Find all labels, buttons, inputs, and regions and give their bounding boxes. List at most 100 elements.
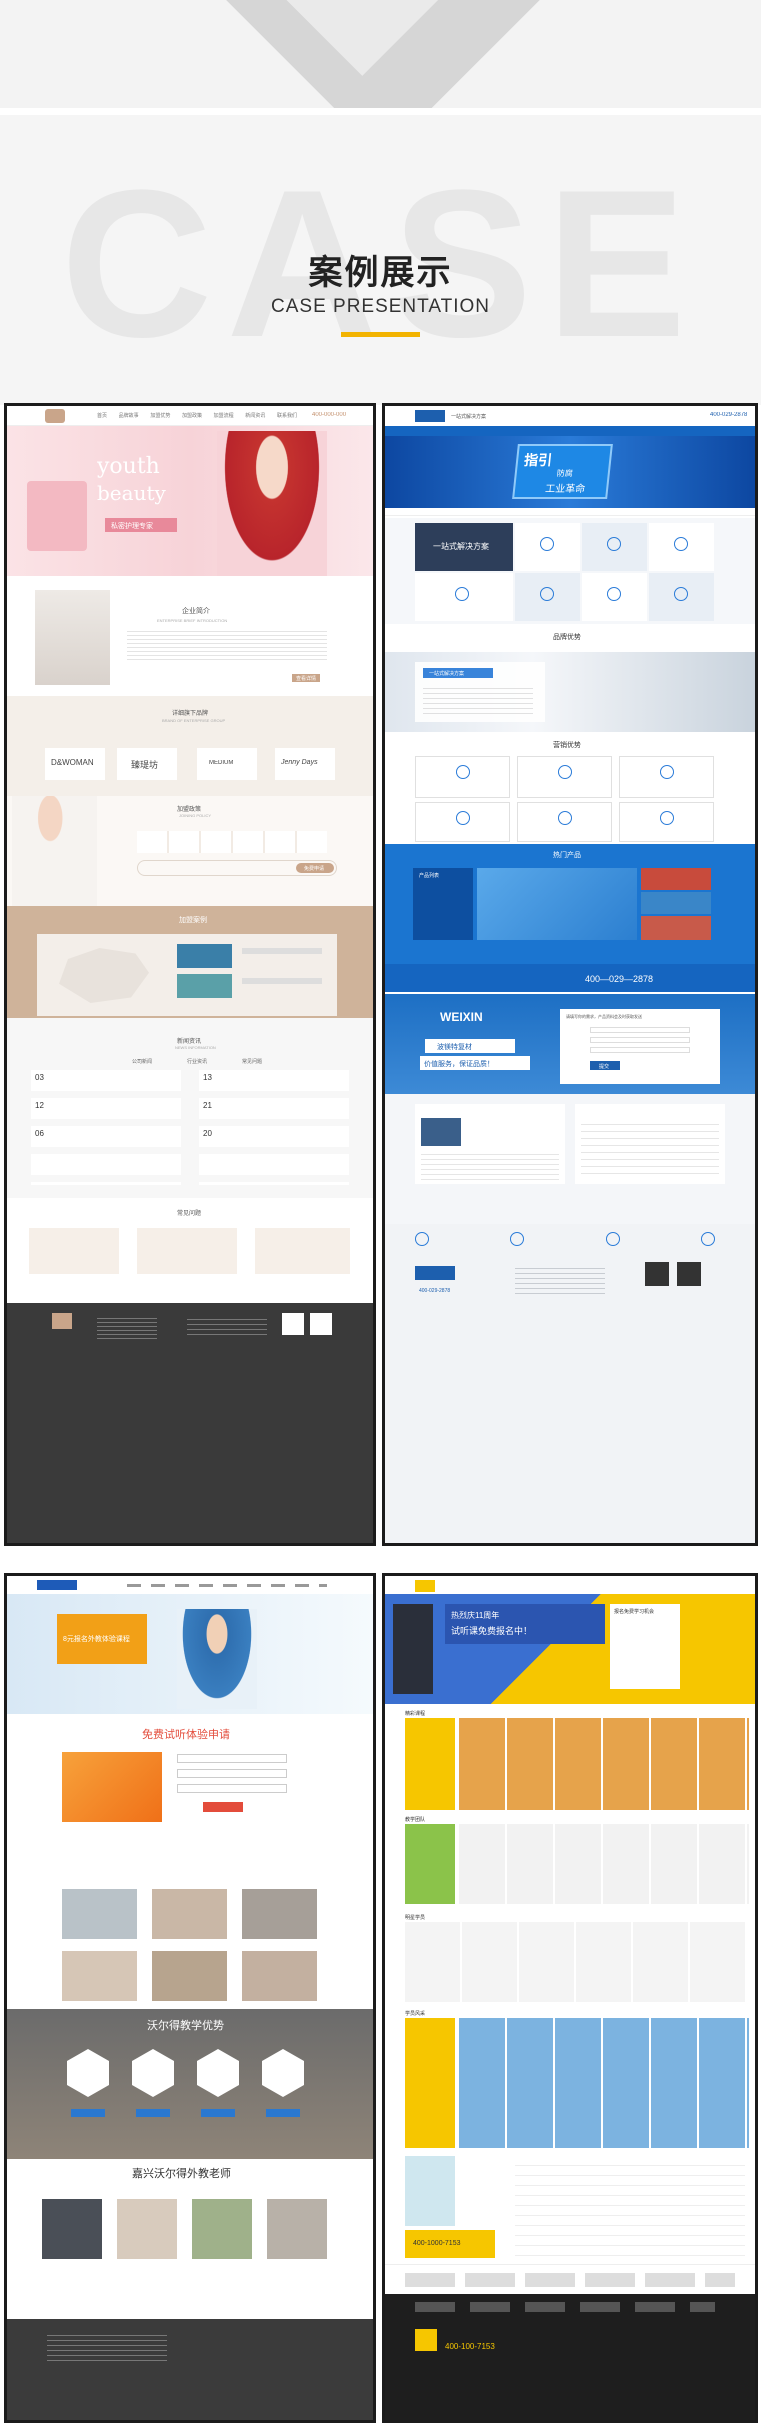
case-photo[interactable] [177,974,232,998]
marketing-card[interactable] [517,802,612,842]
solution-card[interactable] [515,523,580,571]
teacher-photo[interactable] [42,2199,102,2259]
solution-card[interactable] [415,573,513,621]
solution-card[interactable] [515,573,580,621]
product-thumb[interactable] [641,892,711,914]
nav-item[interactable]: 首页 [97,412,107,420]
marketing-card[interactable] [415,756,510,798]
solution-card[interactable] [582,523,647,571]
teacher-photo[interactable] [267,2199,327,2259]
form-field[interactable] [590,1047,690,1053]
logo-icon[interactable] [45,409,65,423]
nav-item[interactable]: 联系我们 [277,412,297,420]
gallery-photo[interactable] [152,1889,227,1939]
product-thumb[interactable] [641,916,711,940]
course-grid[interactable] [459,1718,749,1810]
site3-nav[interactable] [127,1584,327,1587]
form-submit[interactable]: 提交 [590,1061,620,1070]
form-field[interactable] [590,1037,690,1043]
service-icon[interactable] [700,1232,715,1246]
form-field[interactable] [590,1027,690,1033]
faq-card[interactable] [255,1228,350,1274]
adv-button[interactable] [71,2109,105,2117]
solution-card[interactable] [649,573,714,621]
service-icon[interactable] [510,1232,525,1246]
nav-item[interactable]: 加盟流程 [214,412,234,420]
products-sidebar[interactable]: 产品列表 [413,868,473,940]
sec-title: 品牌优势 [553,634,581,641]
footer-links[interactable] [515,1264,605,1294]
nav-item[interactable]: 新闻资讯 [245,412,265,420]
student-grid[interactable] [405,1922,745,2002]
teacher-photo[interactable] [117,2199,177,2259]
site2-nav[interactable] [385,426,755,436]
news-day: 12 [35,1101,44,1110]
service-icon[interactable] [605,1232,620,1246]
logo-icon[interactable] [415,1580,435,1592]
trial-field[interactable] [177,1784,287,1793]
team-banner [405,1824,455,1904]
solution-card[interactable] [649,523,714,571]
marketing-card[interactable] [619,802,714,842]
join-button[interactable]: 免费申请 [296,863,334,873]
news-tab[interactable]: 公司新闻 [132,1058,152,1065]
gallery-photo[interactable] [242,1951,317,2001]
case-site-2[interactable]: 一站式解决方案 400-029-2878 指引 防腐 工业革命 一站式解决方案 … [382,403,758,1546]
case-photo[interactable] [177,944,232,968]
gallery-photo[interactable] [242,1889,317,1939]
marketing-card[interactable] [415,802,510,842]
brand-panel: 一站式解决方案 [415,662,545,722]
news-list[interactable] [515,2156,745,2256]
partner-logos[interactable] [405,2273,735,2287]
case-site-1[interactable]: 首页 品牌故事 加盟优势 加盟政策 加盟流程 新闻资讯 联系我们 400-000… [4,403,376,1546]
signup-form[interactable]: 报名免费学习机会 [610,1604,680,1689]
nav-item[interactable]: 加盟优势 [150,412,170,420]
case-site-4[interactable]: 热烈庆11周年 试听课免费报名中！ 报名免费学习机会 精彩课程 教学团队 明星学… [382,1573,758,2423]
teacher-photo[interactable] [192,2199,252,2259]
news-tab[interactable]: 常见问题 [242,1058,262,1065]
site1-nav: 首页 品牌故事 加盟优势 加盟政策 加盟流程 新闻资讯 联系我们 [97,412,297,420]
nav-item[interactable]: 加盟政策 [182,412,202,420]
marketing-card[interactable] [517,756,612,798]
product-hero-image[interactable] [477,868,637,940]
brand-card[interactable]: Jenny Days [275,748,335,780]
side-menu[interactable] [393,1604,433,1694]
adv-button[interactable] [266,2109,300,2117]
trial-field[interactable] [177,1769,287,1778]
service-icon[interactable] [415,1232,429,1246]
faq-card[interactable] [29,1228,119,1274]
gallery-grid[interactable] [459,2018,749,2148]
footer-links[interactable] [415,2302,715,2312]
trial-field[interactable] [177,1754,287,1763]
join-form[interactable]: 免费申请 [137,860,337,876]
gallery-photo[interactable] [152,1951,227,2001]
news-list[interactable] [581,1118,719,1178]
news-list[interactable] [421,1150,559,1180]
gallery-photo[interactable] [62,1889,137,1939]
faq-card[interactable] [137,1228,237,1274]
brand-card[interactable]: MEDIUM [197,748,257,780]
product-thumb[interactable] [641,868,711,890]
nav-item[interactable]: 品牌故事 [119,412,139,420]
model-photo [177,1609,257,1709]
adv-button[interactable] [136,2109,170,2117]
brand-card[interactable]: 臻瑅坊 [117,748,177,780]
trial-submit[interactable] [203,1802,243,1812]
marketing-card[interactable] [619,756,714,798]
site2-hotline: 400—029—2878 [385,964,755,992]
brand-card[interactable]: D&WOMAN [45,748,105,780]
solution-card[interactable] [582,573,647,621]
logo-icon[interactable] [415,410,445,422]
footer-links[interactable] [97,1315,157,1339]
inquiry-form[interactable]: 请填写你的需求，产品资料会及时获取发送 提交 [560,1009,720,1084]
case-hero: CASE 案例展示 CASE PRESENTATION [0,115,761,405]
adv-button[interactable] [201,2109,235,2117]
footer-phone: 400-029-2878 [419,1288,451,1294]
intro-btn[interactable]: 查看详情 [292,674,320,682]
news-tab[interactable]: 行业资讯 [187,1058,207,1065]
gallery-photo[interactable] [62,1951,137,2001]
case-site-3[interactable]: 8元报名外教体验课程 免费试听体验申请 沃尔得教学优势 嘉兴沃尔得外教老师 [4,1573,376,2423]
logo-icon[interactable] [37,1580,77,1590]
team-grid[interactable] [459,1824,749,1904]
news-image[interactable] [421,1118,461,1146]
